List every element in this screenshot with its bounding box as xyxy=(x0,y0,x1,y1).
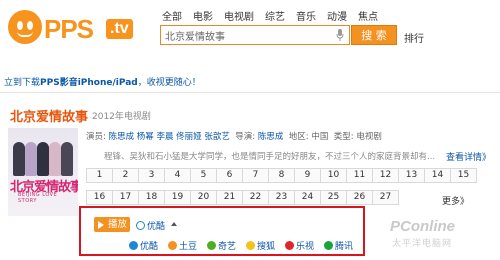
watermark: PConline xyxy=(390,218,456,235)
logo-mascot-icon xyxy=(8,10,42,44)
episode-button[interactable]: 14 xyxy=(424,168,451,183)
episode-button[interactable]: 25 xyxy=(320,190,347,205)
episode-button[interactable]: 26 xyxy=(346,190,373,205)
nav-item[interactable]: 电影 xyxy=(193,8,213,23)
current-source-selector[interactable]: 优酷 xyxy=(136,219,165,232)
source-option[interactable]: 优酷 xyxy=(129,239,158,252)
play-button[interactable]: 播放 xyxy=(94,217,130,232)
source-icon xyxy=(324,241,333,250)
nav-item[interactable]: 动漫 xyxy=(327,8,347,23)
poster-subtitle: BEIJING LOVE STORY xyxy=(18,192,58,204)
show-credits: 演员: 陈思成 杨幂 李晨 佟丽娅 张歆艺 导演: 陈思成 地区: 中国 类型:… xyxy=(86,130,382,142)
source-option[interactable]: 奇艺 xyxy=(207,239,236,252)
play-icon xyxy=(98,221,104,229)
caret-up-icon[interactable] xyxy=(171,222,177,226)
promo-prefix: 立到下载 xyxy=(4,78,41,88)
episode-button[interactable]: 5 xyxy=(190,168,217,183)
synopsis: 程锋、吴狄和石小猛是大学同学，也是情同手足的好朋友，不过三个人的家庭背景却有..… xyxy=(104,152,436,162)
source-label: 搜狐 xyxy=(257,242,276,252)
episode-button[interactable]: 17 xyxy=(112,190,139,205)
view-details-link[interactable]: 查看详情》 xyxy=(446,150,491,163)
episode-button[interactable]: 4 xyxy=(164,168,191,183)
episode-button[interactable]: 27 xyxy=(372,190,399,205)
episode-button[interactable]: 7 xyxy=(242,168,269,183)
microphone-icon[interactable] xyxy=(336,29,344,41)
type-label: 类型: xyxy=(333,132,354,142)
source-icon xyxy=(285,241,294,250)
logo-text: PPS xyxy=(44,14,94,44)
nav-item[interactable]: 音乐 xyxy=(296,8,316,23)
episode-button[interactable]: 21 xyxy=(216,190,243,205)
episode-button[interactable]: 24 xyxy=(294,190,321,205)
source-option[interactable]: 腾讯 xyxy=(324,239,353,252)
region-value: 中国 xyxy=(311,132,329,142)
category-nav: 全部 电影 电视剧 综艺 音乐 动漫 焦点 xyxy=(162,8,389,23)
episode-button[interactable]: 15 xyxy=(450,168,477,183)
source-label: 优酷 xyxy=(140,242,159,252)
episode-button[interactable]: 11 xyxy=(346,168,373,183)
search-button[interactable]: 搜 索 xyxy=(351,25,397,45)
episode-button[interactable]: 18 xyxy=(138,190,165,205)
episode-button[interactable]: 19 xyxy=(164,190,191,205)
promo-banner[interactable]: 立到下载PPS影音iPhone/iPad，收视更随心！ xyxy=(4,75,201,88)
region-label: 地区: xyxy=(288,132,309,142)
director-value[interactable]: 陈思成 xyxy=(258,132,284,142)
nav-item[interactable]: 焦点 xyxy=(358,8,378,23)
episode-button[interactable]: 12 xyxy=(372,168,399,183)
source-icon xyxy=(168,241,177,250)
source-label: 乐视 xyxy=(296,242,315,252)
nav-item[interactable]: 全部 xyxy=(162,8,182,23)
source-option[interactable]: 搜狐 xyxy=(246,239,275,252)
actors-value[interactable]: 陈思成 杨幂 李晨 佟丽娅 张歆艺 xyxy=(109,132,230,142)
divider xyxy=(0,92,500,93)
source-label: 腾讯 xyxy=(335,242,354,252)
search-box xyxy=(160,25,350,45)
nav-item[interactable]: 综艺 xyxy=(265,8,285,23)
episode-button[interactable]: 20 xyxy=(190,190,217,205)
episode-button[interactable]: 8 xyxy=(268,168,295,183)
pps-logo[interactable]: PPS .tv xyxy=(8,10,136,46)
search-input[interactable] xyxy=(161,26,331,44)
episode-button[interactable]: 23 xyxy=(268,190,295,205)
episode-button[interactable]: 10 xyxy=(320,168,347,183)
current-source-label: 优酷 xyxy=(147,222,166,232)
episode-button[interactable]: 2 xyxy=(112,168,139,183)
episode-button[interactable]: 3 xyxy=(138,168,165,183)
promo-brand: PPS影音iPhone/iPad xyxy=(40,78,138,88)
episode-button[interactable]: 16 xyxy=(86,190,113,205)
source-option[interactable]: 土豆 xyxy=(168,239,197,252)
watermark-sub: 太平洋电脑网 xyxy=(392,239,453,249)
play-label: 播放 xyxy=(108,219,128,230)
episode-button[interactable]: 9 xyxy=(294,168,321,183)
episode-button[interactable]: 6 xyxy=(216,168,243,183)
director-label: 导演: xyxy=(235,132,256,142)
episode-button[interactable]: 13 xyxy=(398,168,425,183)
source-label: 奇艺 xyxy=(218,242,237,252)
type-value: 电视剧 xyxy=(356,132,382,142)
source-icon xyxy=(246,241,255,250)
more-episodes-link[interactable]: 更多》 xyxy=(442,194,469,207)
rank-link[interactable]: 排行 xyxy=(404,30,424,45)
episode-button[interactable]: 22 xyxy=(242,190,269,205)
source-icon xyxy=(207,241,216,250)
promo-suffix: ，收视更随心！ xyxy=(137,78,201,88)
youku-icon xyxy=(136,221,145,230)
episode-button[interactable]: 1 xyxy=(86,168,113,183)
show-title[interactable]: 北京爱情故事 xyxy=(10,106,88,125)
logo-tv-badge: .tv xyxy=(106,19,133,39)
nav-item[interactable]: 电视剧 xyxy=(224,8,254,23)
source-option[interactable]: 乐视 xyxy=(285,239,314,252)
source-icon xyxy=(129,241,138,250)
actors-label: 演员: xyxy=(86,132,106,142)
show-meta: 2012年电视剧 xyxy=(92,112,151,122)
play-source-panel: 播放 优酷 优酷 土豆 奇艺 搜狐 乐视 腾讯 xyxy=(79,206,365,256)
source-label: 土豆 xyxy=(179,242,198,252)
show-poster[interactable]: 北京爱情故事 BEIJING LOVE STORY xyxy=(8,128,78,216)
